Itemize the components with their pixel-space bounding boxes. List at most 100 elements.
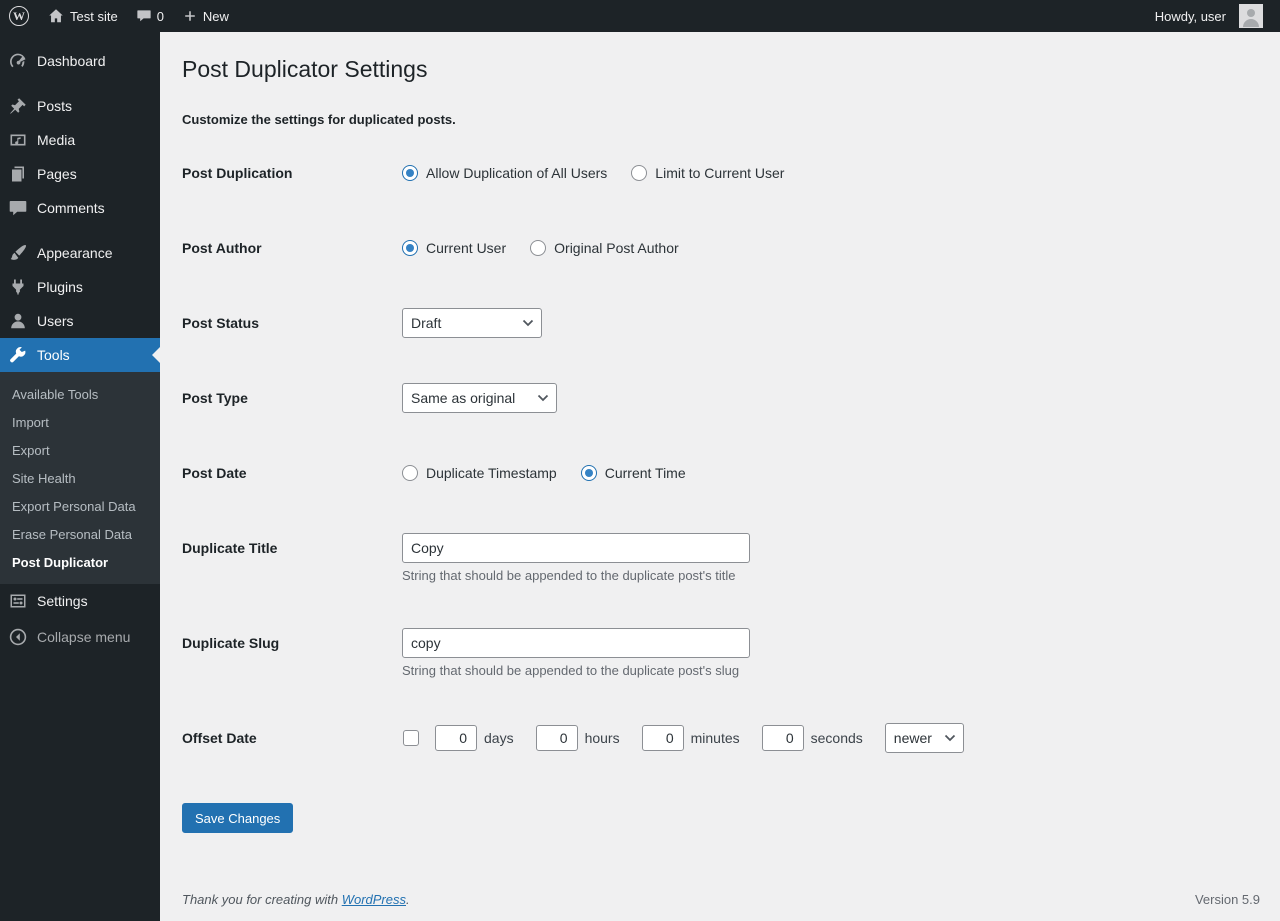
site-name-label: Test site (70, 9, 118, 24)
radio-label: Allow Duplication of All Users (426, 165, 607, 181)
wordpress-logo-icon: W (9, 6, 29, 26)
my-account-menu[interactable]: Howdy, user (1146, 0, 1272, 32)
original-post-author-radio[interactable] (530, 240, 546, 256)
post-author-label: Post Author (182, 233, 402, 263)
dashboard-icon (8, 51, 28, 71)
site-name-link[interactable]: Test site (38, 0, 127, 32)
sidebar-item-settings[interactable]: Settings (0, 584, 160, 618)
wordpress-logo-menu[interactable]: W (0, 0, 38, 32)
post-type-label: Post Type (182, 383, 402, 413)
radio-label: Original Post Author (554, 240, 679, 256)
radio-option-current-time[interactable]: Current Time (581, 465, 686, 481)
hours-unit-label: hours (585, 730, 620, 746)
collapse-menu-label: Collapse menu (37, 627, 130, 647)
radio-option-original-post-author[interactable]: Original Post Author (530, 240, 679, 256)
sidebar-item-dashboard[interactable]: Dashboard (0, 44, 160, 78)
radio-label: Current User (426, 240, 506, 256)
menu-separator (0, 225, 160, 236)
collapse-menu-button[interactable]: Collapse menu (0, 620, 160, 654)
sidebar-item-plugins[interactable]: Plugins (0, 270, 160, 304)
sidebar-item-label: Comments (37, 198, 105, 218)
sidebar-item-users[interactable]: Users (0, 304, 160, 338)
footer-thanks-suffix: . (406, 892, 410, 907)
post-duplication-row: Post Duplication Allow Duplication of Al… (182, 135, 1260, 210)
sidebar-item-posts[interactable]: Posts (0, 89, 160, 123)
offset-days-input[interactable] (435, 725, 477, 751)
post-type-row: Post Type Same as original (182, 360, 1260, 435)
wordpress-logo-letter: W (13, 9, 25, 24)
menu-separator (0, 78, 160, 89)
submenu-item-import[interactable]: Import (0, 408, 160, 436)
current-time-radio[interactable] (581, 465, 597, 481)
offset-seconds-input[interactable] (762, 725, 804, 751)
post-author-row: Post Author Current User Original Post A… (182, 210, 1260, 285)
radio-label: Duplicate Timestamp (426, 465, 557, 481)
seconds-unit-label: seconds (811, 730, 863, 746)
allow-all-users-radio[interactable] (402, 165, 418, 181)
limit-current-user-radio[interactable] (631, 165, 647, 181)
duplicate-title-input[interactable] (402, 533, 750, 563)
duplicate-timestamp-radio[interactable] (402, 465, 418, 481)
collapse-icon (8, 627, 28, 647)
duplicate-slug-label: Duplicate Slug (182, 628, 402, 658)
post-date-label: Post Date (182, 458, 402, 488)
home-icon (47, 7, 65, 25)
post-type-select[interactable]: Same as original (402, 383, 557, 413)
offset-date-label: Offset Date (182, 723, 402, 753)
comment-bubble-icon (136, 8, 152, 24)
comments-admin-bar-link[interactable]: 0 (127, 0, 173, 32)
wordpress-link[interactable]: WordPress (342, 892, 406, 907)
offset-minutes-input[interactable] (642, 725, 684, 751)
wrench-icon (8, 345, 28, 365)
duplicate-slug-description: String that should be appended to the du… (402, 663, 750, 678)
submenu-item-erase-personal-data[interactable]: Erase Personal Data (0, 520, 160, 548)
comments-count: 0 (157, 9, 164, 24)
minutes-unit-label: minutes (691, 730, 740, 746)
submenu-item-available-tools[interactable]: Available Tools (0, 380, 160, 408)
sidebar-item-label: Pages (37, 164, 77, 184)
offset-direction-select[interactable]: newer (885, 723, 964, 753)
submenu-item-post-duplicator[interactable]: Post Duplicator (0, 548, 160, 576)
post-duplication-label: Post Duplication (182, 158, 402, 188)
post-status-row: Post Status Draft (182, 285, 1260, 360)
settings-form: Post Duplication Allow Duplication of Al… (182, 135, 1260, 833)
new-content-menu[interactable]: New (173, 0, 238, 32)
plug-icon (8, 277, 28, 297)
offset-hours-input[interactable] (536, 725, 578, 751)
plus-icon (182, 8, 198, 24)
sidebar-item-pages[interactable]: Pages (0, 157, 160, 191)
submenu-item-export[interactable]: Export (0, 436, 160, 464)
radio-option-allow-all-users[interactable]: Allow Duplication of All Users (402, 165, 607, 181)
duplicate-title-row: Duplicate Title String that should be ap… (182, 510, 1260, 605)
active-menu-arrow (144, 347, 160, 363)
offset-date-checkbox[interactable] (403, 730, 419, 746)
sidebar-item-label: Dashboard (37, 51, 106, 71)
save-changes-button[interactable]: Save Changes (182, 803, 293, 833)
media-icon (8, 130, 28, 150)
duplicate-slug-input[interactable] (402, 628, 750, 658)
user-icon (8, 311, 28, 331)
current-user-radio[interactable] (402, 240, 418, 256)
radio-option-current-user[interactable]: Current User (402, 240, 506, 256)
admin-bar: W Test site 0 New Howdy, user (0, 0, 1280, 32)
comments-icon (8, 198, 28, 218)
submenu-item-site-health[interactable]: Site Health (0, 464, 160, 492)
avatar (1239, 4, 1263, 28)
radio-label: Current Time (605, 465, 686, 481)
sidebar-item-tools[interactable]: Tools (0, 338, 160, 372)
howdy-text: Howdy, user (1155, 9, 1226, 24)
version-text: Version 5.9 (1195, 892, 1260, 907)
post-status-select[interactable]: Draft (402, 308, 542, 338)
post-date-row: Post Date Duplicate Timestamp Current Ti… (182, 435, 1260, 510)
sidebar-item-label: Plugins (37, 277, 83, 297)
sidebar-item-label: Media (37, 130, 75, 150)
sidebar-item-media[interactable]: Media (0, 123, 160, 157)
sidebar-item-comments[interactable]: Comments (0, 191, 160, 225)
post-status-label: Post Status (182, 308, 402, 338)
radio-option-limit-current-user[interactable]: Limit to Current User (631, 165, 784, 181)
pages-icon (8, 164, 28, 184)
page-title: Post Duplicator Settings (182, 55, 1260, 88)
sidebar-item-appearance[interactable]: Appearance (0, 236, 160, 270)
submenu-item-export-personal-data[interactable]: Export Personal Data (0, 492, 160, 520)
radio-option-duplicate-timestamp[interactable]: Duplicate Timestamp (402, 465, 557, 481)
